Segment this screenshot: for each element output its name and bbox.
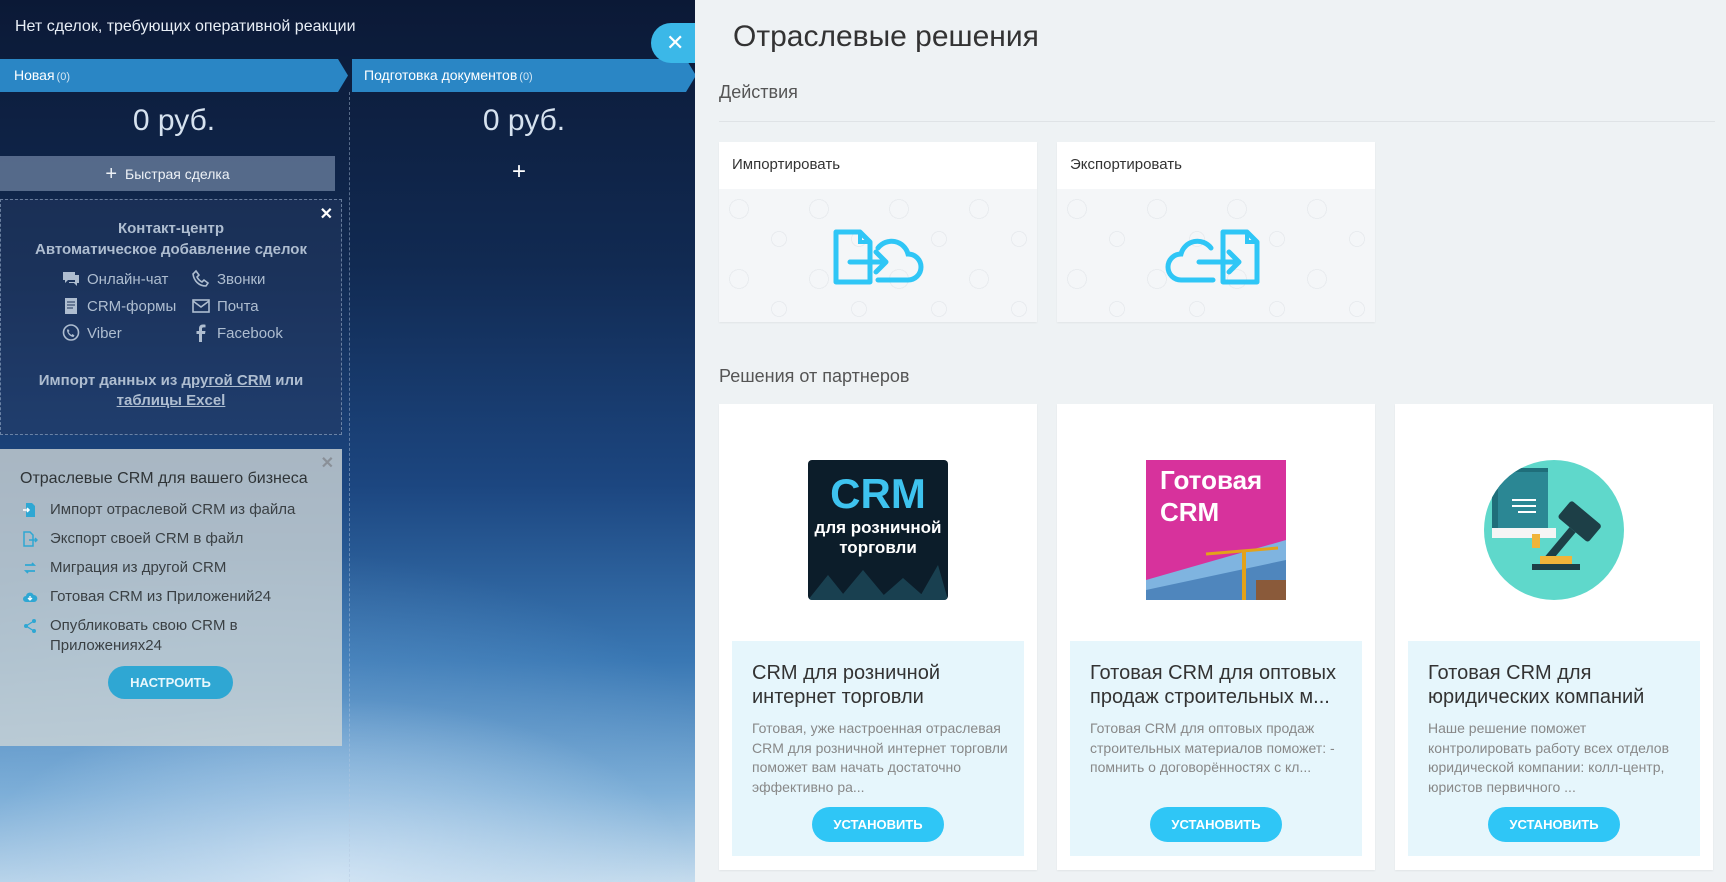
contact-center-box: ✕ Контакт-центр Автоматическое добавлени…: [0, 199, 342, 435]
install-button[interactable]: УСТАНОВИТЬ: [812, 807, 944, 842]
import-data-text: Импорт данных из другой CRM или таблицы …: [38, 372, 304, 409]
industry-solutions-panel: Отраслевые решения Действия Импортироват…: [695, 0, 1726, 882]
add-deal-plus-icon[interactable]: +: [512, 158, 526, 186]
solution-card-legal[interactable]: Готовая CRM для юридических компаний Наш…: [1395, 404, 1713, 870]
export-card-title: Экспортировать: [1070, 156, 1182, 173]
import-card-title: Импортировать: [732, 156, 841, 173]
viber-icon: [62, 324, 80, 341]
import-icon: [833, 229, 924, 284]
column-sum: 0 руб.: [132, 104, 216, 137]
construction-crm-logo: Готовая CRM: [1146, 460, 1286, 600]
partners-section-label: Решения от партнеров: [719, 366, 910, 386]
legal-crm-logo: [1484, 460, 1624, 600]
quick-deal-label: Быстрая сделка: [125, 165, 230, 182]
close-icon: ✕: [666, 30, 685, 55]
install-button[interactable]: УСТАНОВИТЬ: [1150, 807, 1282, 842]
solution-card-construction[interactable]: Готовая CRM Готовая CRM для оптовых прод…: [1057, 404, 1375, 870]
cc-item-label: Онлайн-чат: [87, 270, 169, 288]
export-card[interactable]: Экспортировать: [1057, 142, 1375, 322]
crane-graphic: [1146, 540, 1286, 600]
share-icon: [24, 619, 36, 633]
solution-description: Готовая, уже настроенная отраслевая CRM …: [752, 720, 1008, 795]
close-icon[interactable]: ✕: [320, 204, 333, 224]
file-import-icon: [23, 503, 35, 517]
column-header-new[interactable]: Новая (0): [0, 59, 348, 92]
migrate-icon: [23, 562, 37, 574]
cc-item-forms[interactable]: CRM-формы: [61, 296, 191, 316]
column-count: (0): [56, 71, 70, 83]
gavel-book-icon: [1492, 468, 1601, 570]
industry-crm-item[interactable]: Импорт отраслевой CRM из файла: [22, 500, 342, 520]
form-icon: [65, 298, 77, 314]
industry-crm-box: ✕ Отраслевые CRM для вашего бизнеса Импо…: [0, 449, 342, 746]
retail-crm-logo: CRM для розничной торговли: [808, 460, 948, 600]
contact-center-subtitle: Автоматическое добавление сделок: [35, 241, 307, 258]
cloud-icon: [23, 592, 38, 602]
solution-name: Готовая CRM для юридических компаний: [1428, 662, 1645, 708]
other-crm-link[interactable]: другой CRM: [181, 372, 271, 389]
solution-name: CRM для розничной интернет торговли: [752, 662, 940, 708]
industry-crm-item[interactable]: Опубликовать свою CRM в Приложениях24: [22, 616, 342, 656]
column-title: Новая: [14, 67, 55, 83]
file-export-icon: [23, 531, 38, 547]
import-card[interactable]: Импортировать: [719, 142, 1037, 322]
cc-item-label: Почта: [217, 297, 259, 315]
decor-graphic: [808, 565, 948, 600]
no-deals-message: Нет сделок, требующих оперативной реакци…: [15, 18, 356, 35]
solution-card-retail[interactable]: CRM для розничной торговли CRM для розни…: [719, 404, 1037, 870]
cc-item-mail[interactable]: Почта: [191, 296, 321, 316]
cc-item-calls[interactable]: Звонки: [191, 269, 321, 289]
excel-link[interactable]: таблицы Excel: [117, 392, 226, 409]
facebook-icon: [196, 324, 206, 342]
actions-section-label: Действия: [719, 82, 798, 102]
page-title: Отраслевые решения: [733, 20, 1039, 53]
solution-description: Наше решение поможет контролировать рабо…: [1428, 720, 1670, 795]
setup-button[interactable]: НАСТРОИТЬ: [108, 666, 233, 699]
cc-item-chat[interactable]: Онлайн-чат: [61, 269, 191, 289]
cc-item-label: Viber: [87, 324, 122, 342]
industry-crm-title: Отраслевые CRM для вашего бизнеса: [20, 470, 308, 487]
plus-icon: +: [105, 162, 118, 185]
chat-icon: [63, 272, 79, 286]
contact-center-title: Контакт-центр: [117, 220, 225, 237]
industry-crm-item[interactable]: Экспорт своей CRM в файл: [22, 529, 342, 549]
cc-item-facebook[interactable]: Facebook: [191, 323, 321, 343]
cc-item-label: CRM-формы: [87, 297, 177, 315]
install-button[interactable]: УСТАНОВИТЬ: [1488, 807, 1620, 842]
cc-item-viber[interactable]: Viber: [61, 323, 191, 343]
close-slider-button[interactable]: ✕: [651, 23, 701, 63]
column-sum: 0 руб.: [482, 104, 566, 137]
mail-icon: [192, 299, 210, 313]
export-icon: [1165, 229, 1260, 284]
cc-item-label: Звонки: [217, 270, 266, 288]
industry-crm-item[interactable]: Готовая CRM из Приложений24: [22, 587, 342, 607]
cc-item-label: Facebook: [217, 324, 283, 342]
column-title: Подготовка документов: [364, 67, 518, 83]
column-count: (0): [519, 71, 533, 83]
divider: [719, 121, 1715, 122]
solution-description: Готовая CRM для оптовых продаж строитель…: [1090, 720, 1335, 775]
solution-name: Готовая CRM для оптовых продаж строитель…: [1090, 662, 1336, 708]
column-header-docs[interactable]: Подготовка документов (0): [352, 59, 696, 92]
industry-crm-item[interactable]: Миграция из другой CRM: [22, 558, 342, 578]
column-divider: [349, 92, 350, 882]
quick-deal-button[interactable]: + Быстрая сделка: [0, 156, 335, 191]
close-icon[interactable]: ✕: [321, 453, 334, 473]
phone-icon: [192, 269, 210, 287]
